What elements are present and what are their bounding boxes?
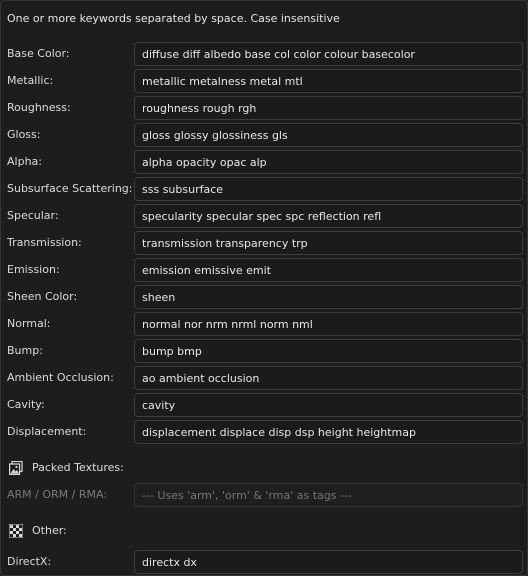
- row-sheen-color: Sheen Color:: [1, 285, 527, 309]
- row-ambient-occlusion: Ambient Occlusion:: [1, 366, 527, 390]
- displacement-field[interactable]: [134, 420, 523, 444]
- ambient-occlusion-label: Ambient Occlusion:: [7, 371, 114, 384]
- gloss-label: Gloss:: [7, 128, 41, 141]
- row-emission: Emission:: [1, 258, 527, 282]
- subsurface-scattering-label: Subsurface Scattering:: [7, 182, 133, 195]
- transmission-label: Transmission:: [7, 236, 82, 249]
- row-bump: Bump:: [1, 339, 527, 363]
- emission-field[interactable]: [134, 258, 523, 282]
- row-base-color: Base Color:: [1, 42, 527, 66]
- row-directx: DirectX:: [1, 550, 527, 574]
- sheen-color-field[interactable]: [134, 285, 523, 309]
- row-normal: Normal:: [1, 312, 527, 336]
- packed-textures-label: Packed Textures:: [32, 461, 124, 474]
- bump-label: Bump:: [7, 344, 43, 357]
- bump-field[interactable]: [134, 339, 523, 363]
- keywords-panel: One or more keywords separated by space.…: [0, 0, 528, 576]
- packed-textures-section: Packed Textures:: [7, 460, 307, 477]
- normal-label: Normal:: [7, 317, 51, 330]
- row-specular: Specular:: [1, 204, 527, 228]
- row-alpha: Alpha:: [1, 150, 527, 174]
- displacement-label: Displacement:: [7, 425, 87, 438]
- row-metallic: Metallic:: [1, 69, 527, 93]
- metallic-field[interactable]: [134, 69, 523, 93]
- roughness-label: Roughness:: [7, 101, 71, 114]
- row-transmission: Transmission:: [1, 231, 527, 255]
- roughness-field[interactable]: [134, 96, 523, 120]
- cavity-label: Cavity:: [7, 398, 45, 411]
- base-color-field[interactable]: [134, 42, 523, 66]
- row-cavity: Cavity:: [1, 393, 527, 417]
- emission-label: Emission:: [7, 263, 60, 276]
- arm-orm-rma-label: ARM / ORM / RMA:: [7, 488, 108, 501]
- keywords-hint: One or more keywords separated by space.…: [7, 12, 340, 25]
- gloss-field[interactable]: [134, 123, 523, 147]
- subsurface-scattering-field[interactable]: [134, 177, 523, 201]
- specular-label: Specular:: [7, 209, 59, 222]
- row-subsurface-scattering: Subsurface Scattering:: [1, 177, 527, 201]
- other-section: Other:: [7, 523, 307, 540]
- transmission-field[interactable]: [134, 231, 523, 255]
- normal-field[interactable]: [134, 312, 523, 336]
- directx-label: DirectX:: [7, 555, 52, 568]
- image-stack-icon: [9, 460, 23, 475]
- alpha-field[interactable]: [134, 150, 523, 174]
- row-roughness: Roughness:: [1, 96, 527, 120]
- ambient-occlusion-field[interactable]: [134, 366, 523, 390]
- arm-orm-rma-field[interactable]: [134, 483, 523, 507]
- metallic-label: Metallic:: [7, 74, 54, 87]
- other-label: Other:: [32, 524, 67, 537]
- row-arm-orm-rma: ARM / ORM / RMA:: [1, 483, 527, 507]
- base-color-label: Base Color:: [7, 47, 70, 60]
- row-displacement: Displacement:: [1, 420, 527, 444]
- specular-field[interactable]: [134, 204, 523, 228]
- alpha-label: Alpha:: [7, 155, 42, 168]
- directx-field[interactable]: [134, 550, 523, 574]
- row-gloss: Gloss:: [1, 123, 527, 147]
- sheen-color-label: Sheen Color:: [7, 290, 78, 303]
- cavity-field[interactable]: [134, 393, 523, 417]
- checker-icon: [8, 523, 24, 539]
